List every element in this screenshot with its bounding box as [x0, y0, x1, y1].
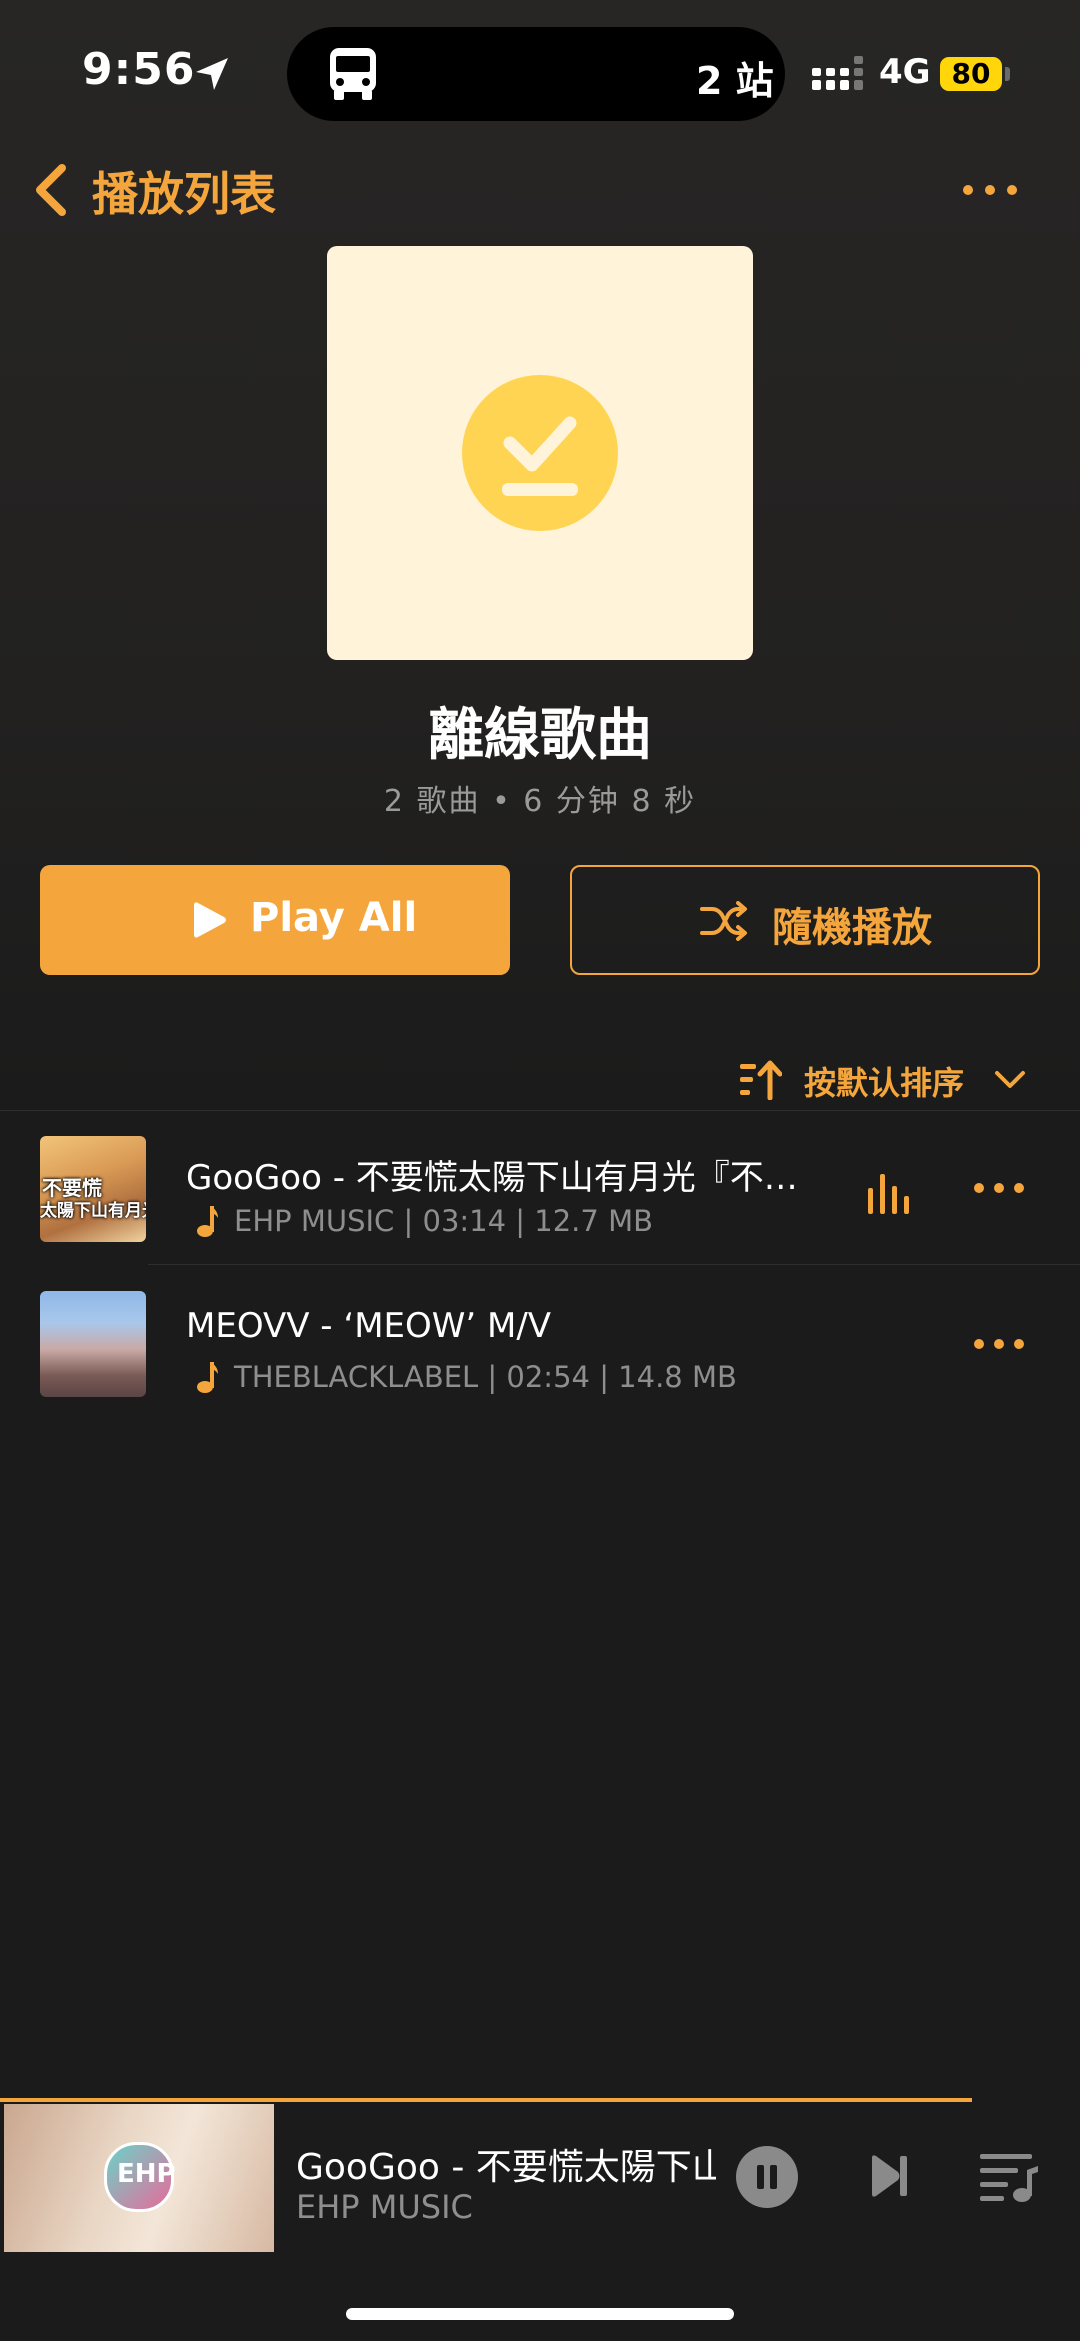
network-type: 4G: [879, 52, 931, 92]
sort-icon[interactable]: [738, 1060, 782, 1100]
song-details: THEBLACKLABEL | 02:54 | 14.8 MB: [234, 1360, 737, 1394]
battery-tip: [1005, 67, 1010, 81]
more-options-icon[interactable]: [972, 1180, 1026, 1196]
pause-icon[interactable]: [736, 2146, 798, 2208]
shuffle-label: 隨機播放: [772, 905, 932, 951]
playlist-meta: 2 歌曲 • 6 分钟 8 秒: [383, 784, 697, 819]
song-details: EHP MUSIC | 03:14 | 12.7 MB: [234, 1204, 653, 1238]
now-playing-equalizer-icon: [868, 1174, 909, 1214]
home-indicator[interactable]: [346, 2308, 734, 2320]
mini-player-progress: [0, 2098, 972, 2102]
play-icon: [194, 902, 226, 938]
skip-next-icon[interactable]: [870, 2154, 908, 2198]
play-all-button[interactable]: Play All: [40, 865, 510, 975]
song-thumbnail: [40, 1291, 146, 1397]
music-note-icon: [197, 1362, 218, 1393]
downloaded-check-icon: [462, 375, 618, 531]
chevron-down-icon[interactable]: [994, 1070, 1026, 1090]
play-all-label: Play All: [250, 895, 418, 941]
island-station-count: 2 站: [696, 59, 774, 103]
shuffle-icon: [700, 901, 747, 941]
playlist-title: 離線歌曲: [428, 703, 652, 768]
bus-icon: [330, 48, 376, 100]
more-options-icon[interactable]: [960, 180, 1020, 200]
battery-indicator: 80: [940, 57, 1002, 91]
cellular-signal-icon: [812, 56, 863, 90]
channel-logo-text: EHP: [117, 2159, 176, 2189]
sort-dropdown[interactable]: 按默认排序: [804, 1058, 964, 1104]
mini-player-title[interactable]: GooGoo - 不要慌太陽下山有月光: [296, 2138, 716, 2190]
row-divider: [148, 1264, 1080, 1265]
channel-logo: EHP: [104, 2142, 176, 2212]
song-title: GooGoo - 不要慌太陽下山有月光『不…: [186, 1158, 798, 1198]
back-to-playlists-link[interactable]: 播放列表: [92, 158, 276, 224]
playlist-queue-icon[interactable]: [980, 2150, 1038, 2204]
back-chevron-icon[interactable]: [30, 162, 70, 218]
mini-player-artist: EHP MUSIC: [296, 2188, 473, 2226]
song-thumbnail: 不要慌 太陽下山有月光: [40, 1136, 146, 1242]
thumbnail-text: 太陽下山有月光: [40, 1201, 146, 1221]
status-time: 9:56: [82, 44, 196, 95]
list-top-divider: [0, 1110, 1080, 1111]
location-arrow-icon: [196, 58, 228, 90]
more-options-icon[interactable]: [972, 1336, 1026, 1352]
shuffle-button[interactable]: 隨機播放: [570, 865, 1040, 975]
song-title: MEOVV - ‘MEOW’ M/V: [186, 1306, 552, 1346]
mini-player-artwork[interactable]: EHP: [4, 2104, 274, 2252]
music-note-icon: [197, 1206, 218, 1237]
